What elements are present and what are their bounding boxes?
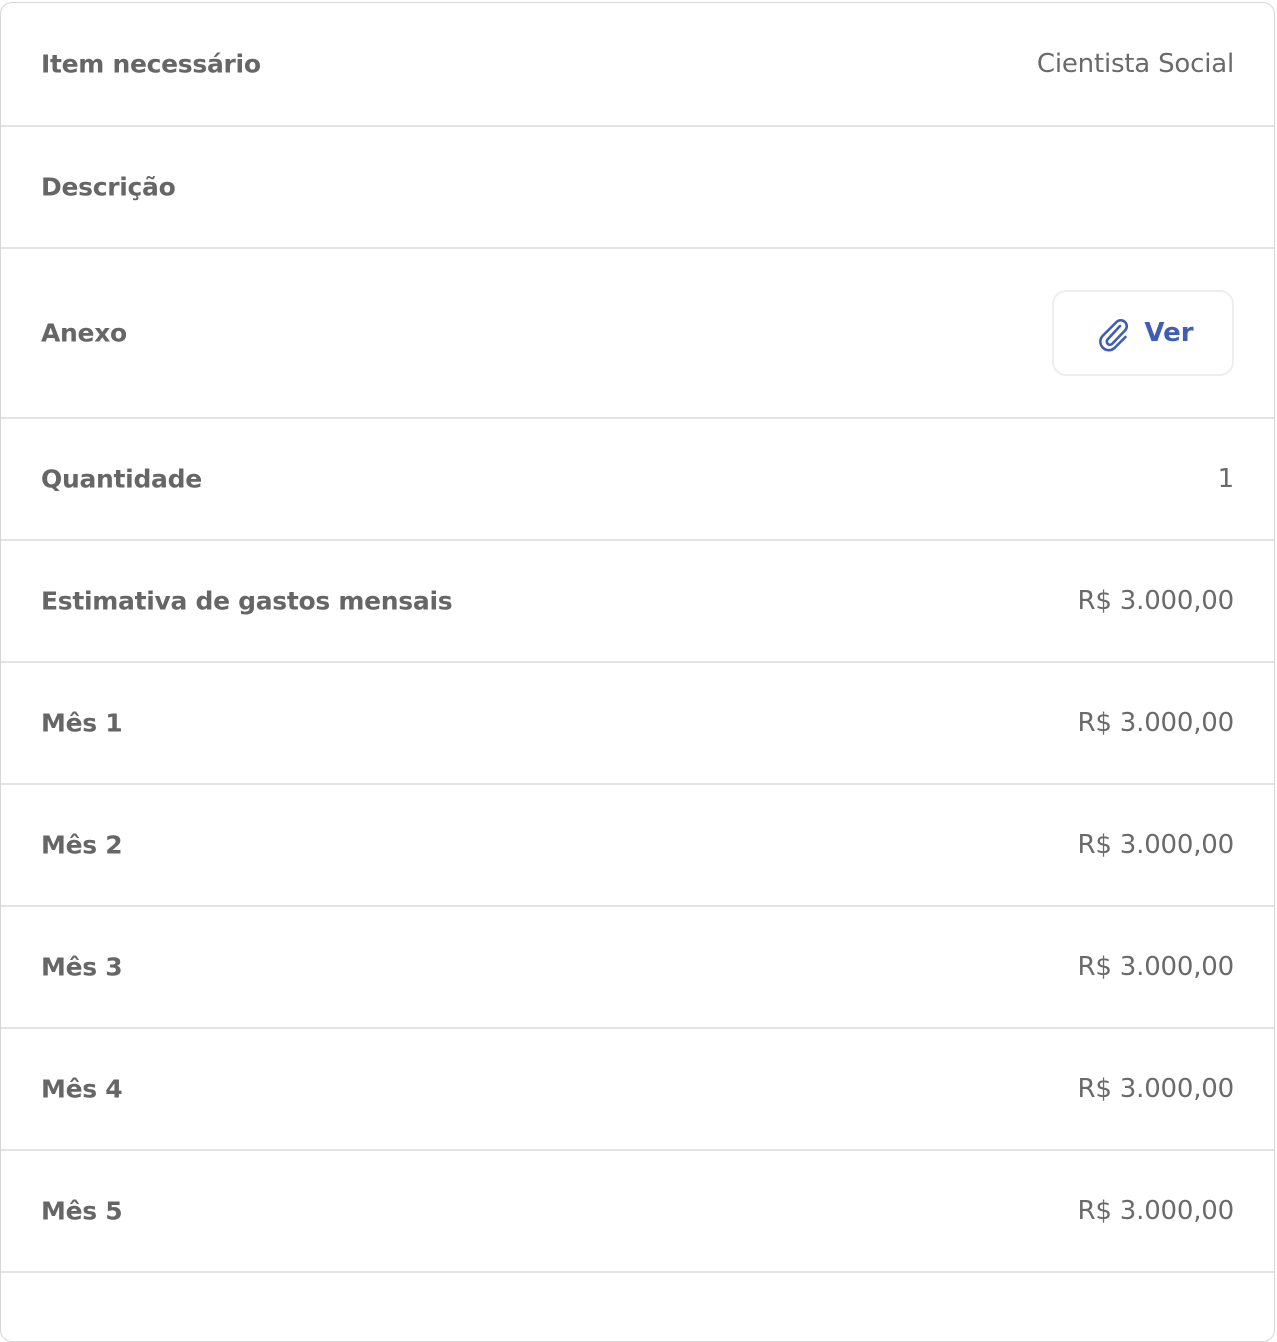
row-value: R$ 3.000,00 [1077, 1074, 1235, 1104]
row-value: R$ 3.000,00 [1077, 586, 1235, 616]
row-label: Mês 4 [41, 1074, 123, 1104]
row-label: Mês 1 [41, 708, 123, 738]
view-attachment-label: Ver [1144, 318, 1194, 348]
row-label: Mês 2 [41, 830, 123, 860]
row-label: Descrição [41, 172, 176, 202]
detail-row-month-3: Mês 3 R$ 3.000,00 [1, 907, 1274, 1029]
view-attachment-button[interactable]: Ver [1052, 290, 1234, 376]
detail-row-month-2: Mês 2 R$ 3.000,00 [1, 785, 1274, 907]
row-value: R$ 3.000,00 [1077, 830, 1235, 860]
row-label: Mês 5 [41, 1196, 123, 1226]
detail-row-quantity: Quantidade 1 [1, 419, 1274, 541]
detail-row-monthly-estimate: Estimativa de gastos mensais R$ 3.000,00 [1, 541, 1274, 663]
detail-row-item: Item necessário Cientista Social [1, 3, 1274, 127]
item-details-card: Item necessário Cientista Social Descriç… [0, 2, 1275, 1342]
row-value: R$ 3.000,00 [1077, 708, 1235, 738]
row-value: Cientista Social [1036, 49, 1234, 79]
row-value: 1 [1217, 464, 1235, 494]
detail-row-month-1: Mês 1 R$ 3.000,00 [1, 663, 1274, 785]
row-label: Item necessário [41, 49, 261, 79]
row-label: Estimativa de gastos mensais [41, 586, 453, 616]
detail-row-description: Descrição [1, 127, 1274, 249]
detail-row-month-5: Mês 5 R$ 3.000,00 [1, 1151, 1274, 1273]
detail-row-month-4: Mês 4 R$ 3.000,00 [1, 1029, 1274, 1151]
paperclip-icon [1099, 319, 1129, 352]
row-value: R$ 3.000,00 [1077, 952, 1235, 982]
detail-row-attachment: Anexo Ver [1, 249, 1274, 419]
row-label: Quantidade [41, 464, 202, 494]
row-value: R$ 3.000,00 [1077, 1196, 1235, 1226]
row-label: Mês 3 [41, 952, 123, 982]
row-label: Anexo [41, 318, 127, 348]
